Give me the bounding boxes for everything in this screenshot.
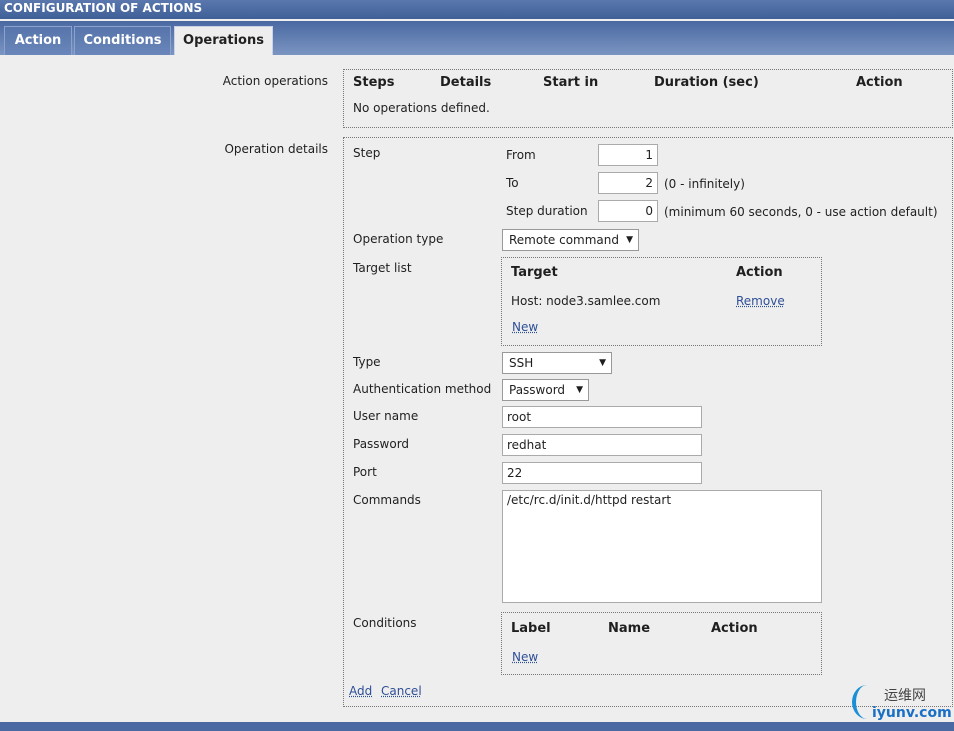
cancel-link[interactable]: Cancel: [381, 684, 422, 698]
col-name: Name: [608, 621, 651, 636]
col-target: Target: [511, 265, 558, 280]
target-list-table: Target Action Host: node3.samlee.com Rem…: [501, 257, 822, 346]
password-label: Password: [353, 437, 410, 451]
step-duration-label: Step duration: [506, 204, 588, 218]
duration-hint: (minimum 60 seconds, 0 - use action defa…: [664, 205, 938, 219]
conditions-table: Label Name Action New: [501, 612, 822, 675]
tab-operations[interactable]: Operations: [174, 26, 273, 55]
tab-conditions[interactable]: Conditions: [74, 26, 171, 55]
col-duration: Duration (sec): [654, 75, 759, 90]
action-operations-table: Steps Details Start in Duration (sec) Ac…: [343, 69, 953, 128]
step-to-input[interactable]: 2: [598, 172, 658, 194]
action-operations-label: Action operations: [222, 74, 328, 88]
port-input[interactable]: 22: [502, 462, 702, 484]
add-link[interactable]: Add: [349, 684, 372, 698]
type-label: Type: [353, 355, 381, 369]
col-steps: Steps: [353, 75, 395, 90]
operation-type-value: Remote command: [509, 233, 620, 247]
to-hint: (0 - infinitely): [664, 177, 745, 191]
auth-method-select[interactable]: Password ▼: [502, 379, 589, 401]
watermark-logo: 运维网 iyunv.com: [850, 683, 954, 723]
chevron-down-icon: ▼: [599, 358, 606, 368]
type-select[interactable]: SSH ▼: [502, 352, 612, 374]
chevron-down-icon: ▼: [576, 385, 583, 395]
remove-target-link[interactable]: Remove: [736, 294, 785, 308]
chevron-down-icon: ▼: [626, 235, 633, 245]
new-target-link[interactable]: New: [512, 320, 538, 334]
col-target-action: Action: [736, 265, 783, 280]
tab-action[interactable]: Action: [4, 26, 72, 55]
from-label: From: [506, 148, 536, 162]
step-duration-input[interactable]: 0: [598, 200, 658, 222]
auth-method-label: Authentication method: [353, 382, 492, 396]
operation-type-label: Operation type: [353, 232, 444, 246]
commands-label: Commands: [353, 493, 421, 507]
empty-message: No operations defined.: [353, 101, 490, 115]
step-from-input[interactable]: 1: [598, 144, 658, 166]
operation-details-panel: Step From 1 To 2 (0 - infinitely) Step d…: [343, 137, 953, 707]
username-label: User name: [353, 409, 419, 423]
col-action: Action: [856, 75, 903, 90]
footer-bar: [0, 722, 954, 731]
auth-method-value: Password: [509, 383, 566, 397]
type-value: SSH: [509, 356, 534, 370]
tab-bar: Action Conditions Operations: [0, 21, 954, 55]
target-host: Host: node3.samlee.com: [511, 294, 661, 308]
col-start-in: Start in: [543, 75, 599, 90]
operation-details-label: Operation details: [224, 142, 328, 156]
to-label: To: [506, 176, 519, 190]
conditions-label: Conditions: [353, 616, 417, 630]
col-label: Label: [511, 621, 551, 636]
operation-type-select[interactable]: Remote command ▼: [502, 229, 639, 251]
watermark-cn: 运维网: [884, 688, 926, 704]
new-condition-link[interactable]: New: [512, 650, 538, 664]
password-input[interactable]: redhat: [502, 434, 702, 456]
col-condition-action: Action: [711, 621, 758, 636]
port-label: Port: [353, 465, 377, 479]
col-details: Details: [440, 75, 492, 90]
watermark-en: iyunv.com: [872, 705, 952, 721]
username-input[interactable]: root: [502, 406, 702, 428]
page-header: CONFIGURATION OF ACTIONS: [0, 0, 954, 19]
target-list-label: Target list: [353, 261, 412, 275]
step-label: Step: [353, 146, 381, 160]
commands-textarea[interactable]: /etc/rc.d/init.d/httpd restart: [502, 490, 822, 603]
